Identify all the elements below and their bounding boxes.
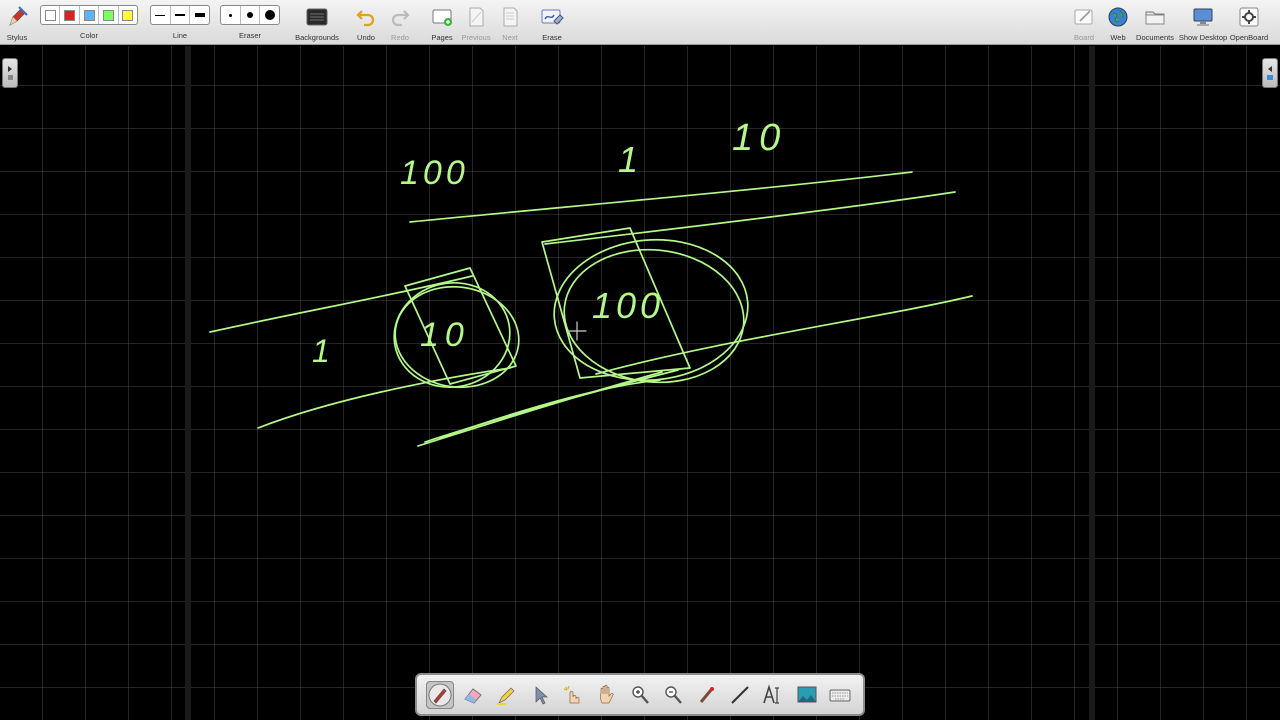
previous-page-icon [463, 4, 489, 30]
globe-icon [1105, 4, 1131, 30]
redo-icon [387, 4, 413, 30]
magic-hand-icon [563, 685, 580, 703]
eraser-large[interactable] [260, 6, 279, 24]
web-label: Web [1110, 33, 1126, 42]
stylus-palette [415, 673, 865, 716]
zoom-in-tool[interactable] [626, 681, 654, 709]
stylus-button[interactable]: Stylus [2, 2, 32, 42]
label-10-circle: 10 [420, 316, 470, 354]
documents-label: Documents [1136, 33, 1174, 42]
text-tool[interactable] [759, 681, 787, 709]
web-button[interactable]: Web [1104, 2, 1132, 42]
show-desktop-button[interactable]: Show Desktop [1179, 2, 1227, 42]
line-medium[interactable] [171, 6, 191, 24]
erase-icon [539, 4, 565, 30]
cursor-arrow-icon [535, 685, 548, 704]
zoom-out-icon [665, 685, 683, 704]
erase-label: Erase [542, 33, 562, 42]
eraser-medium[interactable] [241, 6, 261, 24]
text-icon [763, 683, 780, 704]
pages-label: Pages [431, 33, 453, 42]
gear-icon [1236, 4, 1262, 30]
show-desktop-label: Show Desktop [1178, 33, 1228, 42]
backgrounds-button[interactable]: Backgrounds [295, 2, 339, 42]
hand-tool[interactable] [593, 681, 621, 709]
color-red[interactable] [60, 6, 80, 24]
openboard-label: OpenBoard [1229, 33, 1269, 42]
keyboard-tool[interactable] [826, 681, 854, 709]
expand-left-icon [1267, 66, 1273, 80]
line-thick[interactable] [190, 6, 209, 24]
next-page-button[interactable]: Next [496, 2, 524, 42]
erase-button[interactable]: Erase [537, 2, 567, 42]
eraser-icon [464, 687, 482, 704]
stylus-label: Stylus [6, 33, 28, 42]
label-1-left: 1 [312, 333, 330, 369]
left-panel-toggle[interactable] [2, 58, 18, 88]
pages-button[interactable]: Pages [428, 2, 456, 42]
zoom-out-tool[interactable] [659, 681, 687, 709]
color-yellow[interactable] [119, 6, 137, 24]
previous-label: Previous [461, 33, 491, 42]
monitor-icon [1190, 4, 1216, 30]
color-label: Color [80, 31, 98, 40]
eraser-label: Eraser [238, 31, 262, 40]
line-label: Line [172, 31, 188, 40]
keyboard-icon [829, 689, 851, 701]
laser-pointer-icon [699, 686, 714, 703]
next-page-icon [497, 4, 523, 30]
pen-tool[interactable] [425, 680, 454, 709]
new-page-icon [429, 4, 455, 30]
zoom-in-icon [632, 685, 649, 704]
page-edge-right [1089, 46, 1095, 720]
eraser-small[interactable] [221, 6, 241, 24]
board-button[interactable]: Board [1070, 2, 1098, 42]
undo-label: Undo [357, 33, 375, 42]
label-10-top: 10 [732, 117, 786, 159]
label-100-circle: 100 [592, 285, 664, 326]
board-icon [1071, 4, 1097, 30]
undo-icon [353, 4, 379, 30]
documents-button[interactable]: Documents [1136, 2, 1174, 42]
line-thin[interactable] [151, 6, 171, 24]
next-label: Next [502, 33, 518, 42]
color-green[interactable] [99, 6, 119, 24]
line-icon [731, 685, 749, 704]
eraser-tool[interactable] [459, 681, 487, 709]
laser-pointer-tool[interactable] [693, 681, 721, 709]
drawing-board[interactable]: 100 1 10 1 10 100 [0, 46, 1280, 720]
redo-button[interactable]: Redo [386, 2, 414, 42]
page-edge-left [185, 46, 191, 720]
hand-icon [599, 684, 614, 703]
board-label: Board [1073, 33, 1095, 42]
backgrounds-icon [304, 4, 330, 30]
backgrounds-label: Backgrounds [295, 33, 339, 42]
line-width-selector [150, 5, 210, 25]
line-tool[interactable] [726, 681, 754, 709]
color-palette [40, 5, 138, 25]
eraser-size-selector [220, 5, 280, 25]
interactor-tool[interactable] [559, 681, 587, 709]
pen-icon [428, 683, 452, 706]
selector-tool[interactable] [526, 681, 554, 709]
color-blue[interactable] [80, 6, 100, 24]
stylus-icon [4, 4, 30, 30]
label-100-top: 100 [400, 154, 469, 192]
undo-button[interactable]: Undo [352, 2, 380, 42]
folder-icon [1142, 4, 1168, 30]
capture-tool[interactable] [793, 681, 821, 709]
highlighter-icon [497, 687, 515, 705]
highlighter-tool[interactable] [492, 681, 520, 709]
redo-label: Redo [391, 33, 409, 42]
main-toolbar: Stylus Color Line Eraser Backgrounds Und… [0, 0, 1280, 45]
label-1-top: 1 [618, 139, 638, 180]
right-panel-toggle[interactable] [1262, 58, 1278, 88]
color-white[interactable] [41, 6, 61, 24]
capture-icon [797, 686, 817, 702]
previous-page-button[interactable]: Previous [461, 2, 491, 42]
expand-right-icon [8, 66, 13, 80]
openboard-button[interactable]: OpenBoard [1230, 2, 1268, 42]
